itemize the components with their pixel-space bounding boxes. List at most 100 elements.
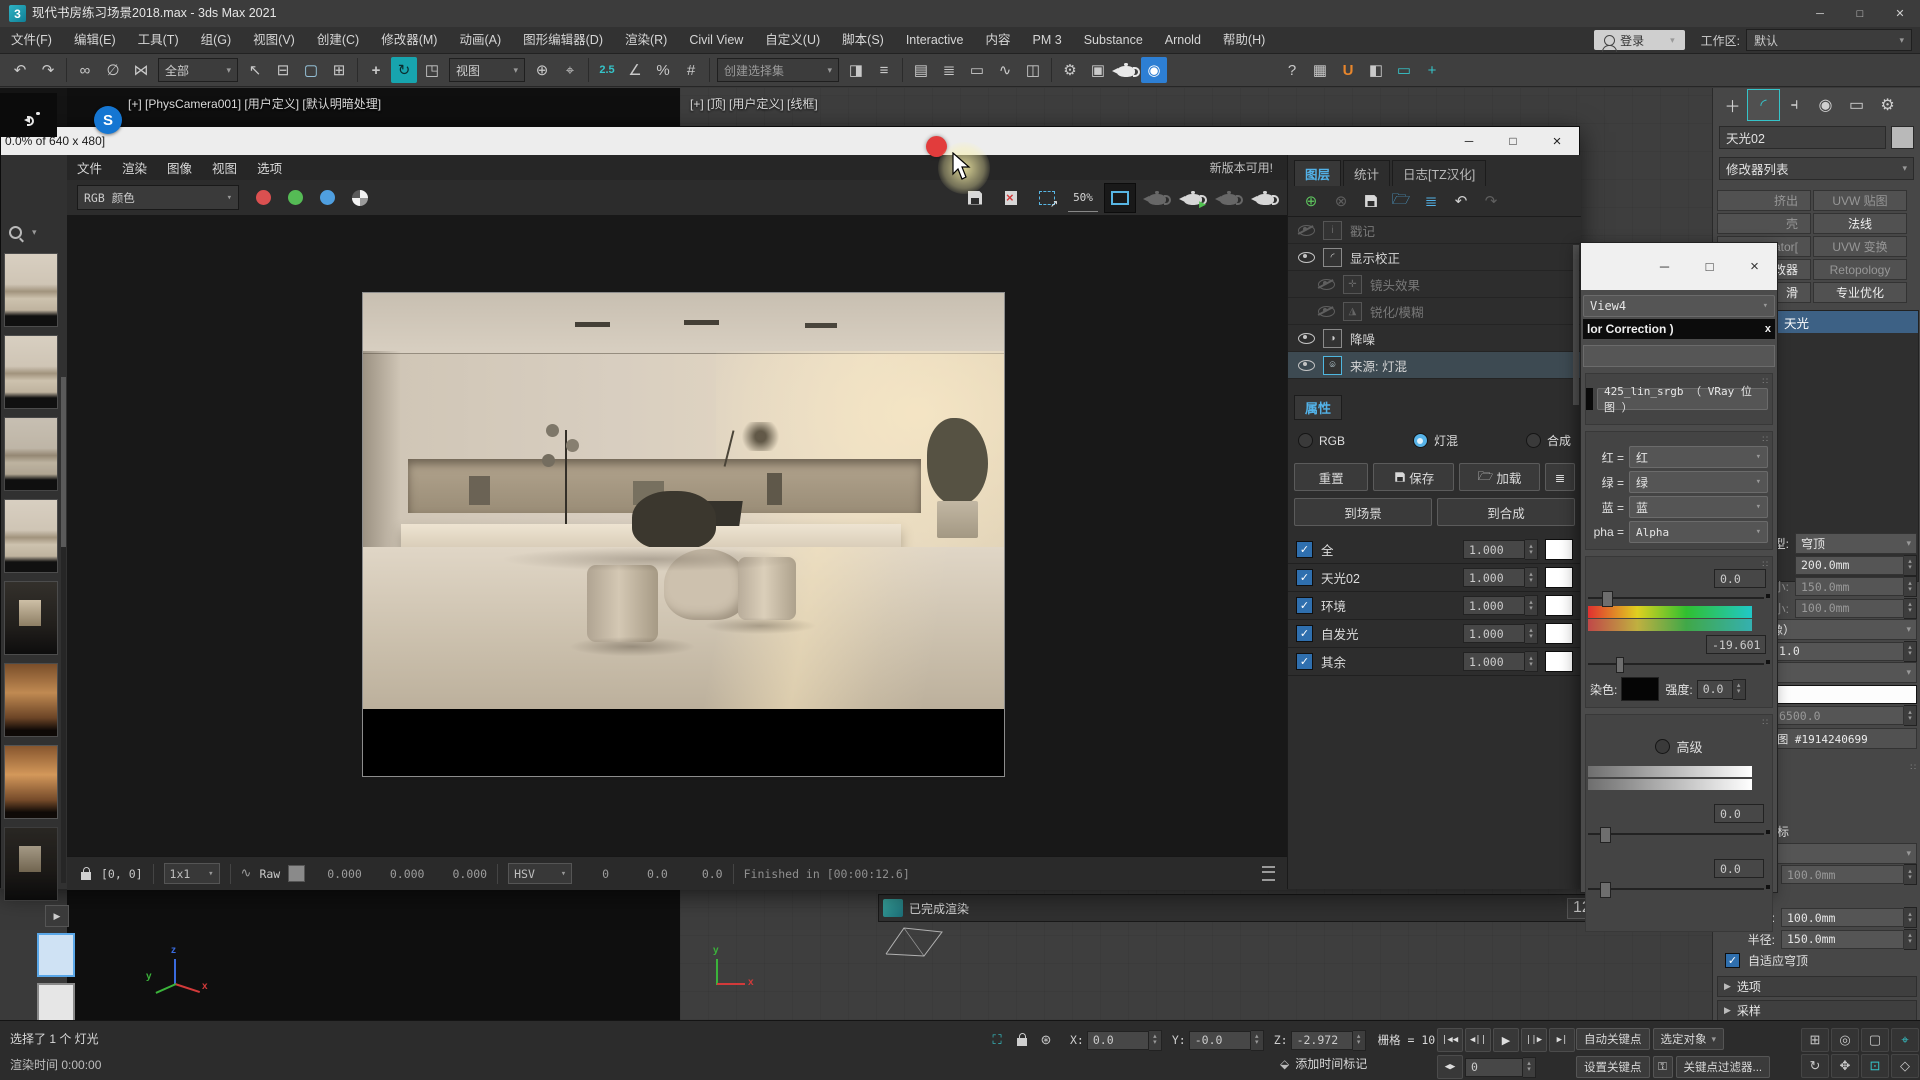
region-select-icon[interactable]	[1032, 184, 1062, 212]
raw-color-swatch[interactable]	[288, 865, 305, 882]
reset-button[interactable]: 重置	[1294, 463, 1368, 491]
pan-icon[interactable]: ✥	[1831, 1054, 1859, 1078]
ribbon-toggle-icon[interactable]: ▭	[964, 57, 990, 83]
capture-app-icon[interactable]: ◧	[1363, 57, 1389, 83]
red-channel-icon[interactable]	[256, 190, 271, 205]
color-swatch[interactable]	[1545, 539, 1573, 560]
tab-utilities[interactable]: ⚙	[1872, 90, 1903, 120]
next-key-button[interactable]: ||▶	[1521, 1028, 1547, 1052]
spinner[interactable]	[1733, 679, 1746, 700]
redo-icon[interactable]: ↷	[35, 57, 61, 83]
radio-rgb[interactable]: RGB	[1298, 433, 1345, 448]
lightmix-row[interactable]: ✓ 其余 1.000	[1288, 648, 1581, 676]
top-viewport-label[interactable]: [+] [顶] [用户定义] [线框]	[690, 95, 818, 112]
menu-content[interactable]: 内容	[975, 27, 1022, 53]
lightmix-row[interactable]: ✓ 天光02 1.000	[1288, 564, 1581, 592]
save-layers-icon[interactable]	[1356, 189, 1386, 213]
vfb-minimize-button[interactable]: ─	[1447, 127, 1491, 155]
menu-edit[interactable]: 编辑(E)	[63, 27, 127, 53]
mirror-icon[interactable]: ◨	[843, 57, 869, 83]
material-editor-icon[interactable]: ◉	[1141, 57, 1167, 83]
ref-coord-dropdown[interactable]: 视图 ▾	[449, 58, 525, 82]
vfb-menu-render[interactable]: 渲染	[112, 158, 157, 177]
curve-icon[interactable]: ∿	[241, 866, 252, 881]
undo-icon[interactable]: ↶	[7, 57, 33, 83]
layout-preset-active[interactable]	[37, 933, 75, 977]
history-thumbnail[interactable]	[4, 417, 58, 491]
zoom-extents-icon[interactable]: ▢	[1861, 1028, 1889, 1052]
prev-key-button[interactable]: ◀||	[1465, 1028, 1491, 1052]
selection-lock-icon[interactable]	[1017, 1038, 1027, 1046]
radius1-field[interactable]: 100.0mm	[1781, 908, 1904, 927]
named-selection-set-dropdown[interactable]: 创建选择集 ▾	[717, 58, 839, 82]
spinner[interactable]	[1149, 1030, 1162, 1051]
layer-row-display-correction[interactable]: ◜ 显示校正	[1288, 244, 1581, 271]
menu-pm3[interactable]: PM 3	[1022, 27, 1073, 53]
close-button[interactable]: ✕	[1880, 0, 1920, 27]
menu-rendering[interactable]: 渲染(R)	[614, 27, 678, 53]
contrast-slider[interactable]	[1586, 882, 1772, 896]
tint-swatch[interactable]	[1621, 677, 1659, 701]
tab-layers[interactable]: 图层	[1294, 160, 1341, 186]
spinner[interactable]	[1904, 705, 1917, 726]
use-center-icon[interactable]: ⊕	[529, 57, 555, 83]
select-by-name-icon[interactable]: ⊟	[270, 57, 296, 83]
absolute-mode-icon[interactable]: ⊛	[1033, 1029, 1059, 1051]
clear-image-icon[interactable]	[996, 184, 1026, 212]
lightmix-value[interactable]: 1.000	[1463, 624, 1525, 643]
undo-icon[interactable]: ↶	[1446, 189, 1476, 213]
monitor-app-icon[interactable]: ▭	[1391, 57, 1417, 83]
zoom-50-button[interactable]: 50%	[1068, 183, 1098, 212]
extra-app-icon[interactable]: +	[1419, 57, 1445, 83]
rollout-options[interactable]: ▶选项	[1717, 976, 1917, 997]
visibility-eye-icon[interactable]	[1298, 333, 1315, 344]
chevron-down-icon[interactable]: ▾	[32, 227, 37, 238]
tab-modify[interactable]: ◜	[1748, 90, 1779, 120]
vfb-menu-file[interactable]: 文件	[67, 158, 112, 177]
spinner[interactable]	[1904, 598, 1917, 619]
select-rotate-icon[interactable]: ↻	[391, 57, 417, 83]
current-frame-field[interactable]: 0	[1465, 1058, 1523, 1077]
saturation-slider[interactable]	[1586, 657, 1772, 671]
lightmix-row[interactable]: ✓ 全 1.000	[1288, 536, 1581, 564]
color-swatch[interactable]	[1545, 567, 1573, 588]
render-production-icon[interactable]	[1113, 57, 1139, 83]
checkbox-icon[interactable]: ✓	[1725, 953, 1740, 968]
interactive-render-icon[interactable]: ▶	[1178, 184, 1208, 212]
go-start-button[interactable]: |◀◀	[1437, 1028, 1463, 1052]
spinner[interactable]	[1525, 595, 1538, 616]
menu-group[interactable]: 组(G)	[190, 27, 243, 53]
load-button[interactable]: 🗁加载	[1459, 463, 1540, 491]
rendered-frame-icon[interactable]: ▣	[1085, 57, 1111, 83]
redo-icon[interactable]: ↷	[1476, 189, 1506, 213]
temperature-field[interactable]: 6500.0	[1773, 706, 1904, 725]
tab-stats[interactable]: 统计	[1343, 160, 1390, 186]
history-thumbnail[interactable]	[4, 253, 58, 327]
help-app-icon[interactable]: ?	[1279, 57, 1305, 83]
empty-field[interactable]	[1583, 345, 1775, 367]
vfb-close-button[interactable]: ×	[1535, 127, 1579, 155]
rollout-sampling[interactable]: ▶采样	[1717, 1000, 1917, 1021]
menu-scripting[interactable]: 脚本(S)	[831, 27, 895, 53]
play-button[interactable]: ▶	[1493, 1028, 1519, 1052]
selection-filter-dropdown[interactable]: 全部 ▾	[158, 58, 238, 82]
layer-row-sharpen-blur[interactable]: ◮ 锐化/模糊	[1288, 298, 1581, 325]
strength-field[interactable]: 0.0	[1697, 680, 1733, 699]
checkbox-icon[interactable]: ✓	[1296, 597, 1313, 614]
distance-field[interactable]: 100.0mm	[1781, 865, 1904, 884]
zoom-region-icon[interactable]: ⌖	[1891, 1028, 1919, 1052]
vfb-channel-dropdown[interactable]: RGB 颜色 ▾	[77, 185, 239, 210]
radius2-field[interactable]: 150.0mm	[1781, 930, 1904, 949]
spinner[interactable]	[1904, 555, 1917, 576]
modifier-button[interactable]: 挤出	[1717, 190, 1811, 211]
search-icon[interactable]	[9, 226, 22, 239]
tree-scrollbar[interactable]	[1573, 245, 1579, 405]
spinner[interactable]	[1904, 929, 1917, 950]
lightmix-row[interactable]: ✓ 自发光 1.000	[1288, 620, 1581, 648]
maximize-viewport-icon[interactable]: ⊡	[1861, 1054, 1889, 1078]
menu-tools[interactable]: 工具(T)	[127, 27, 190, 53]
vfb-menu-view[interactable]: 视图	[202, 158, 247, 177]
menu-animation[interactable]: 动画(A)	[448, 27, 512, 53]
spinner-snap-icon[interactable]: #	[678, 57, 704, 83]
type-dropdown[interactable]: 穹顶▾	[1795, 533, 1917, 554]
